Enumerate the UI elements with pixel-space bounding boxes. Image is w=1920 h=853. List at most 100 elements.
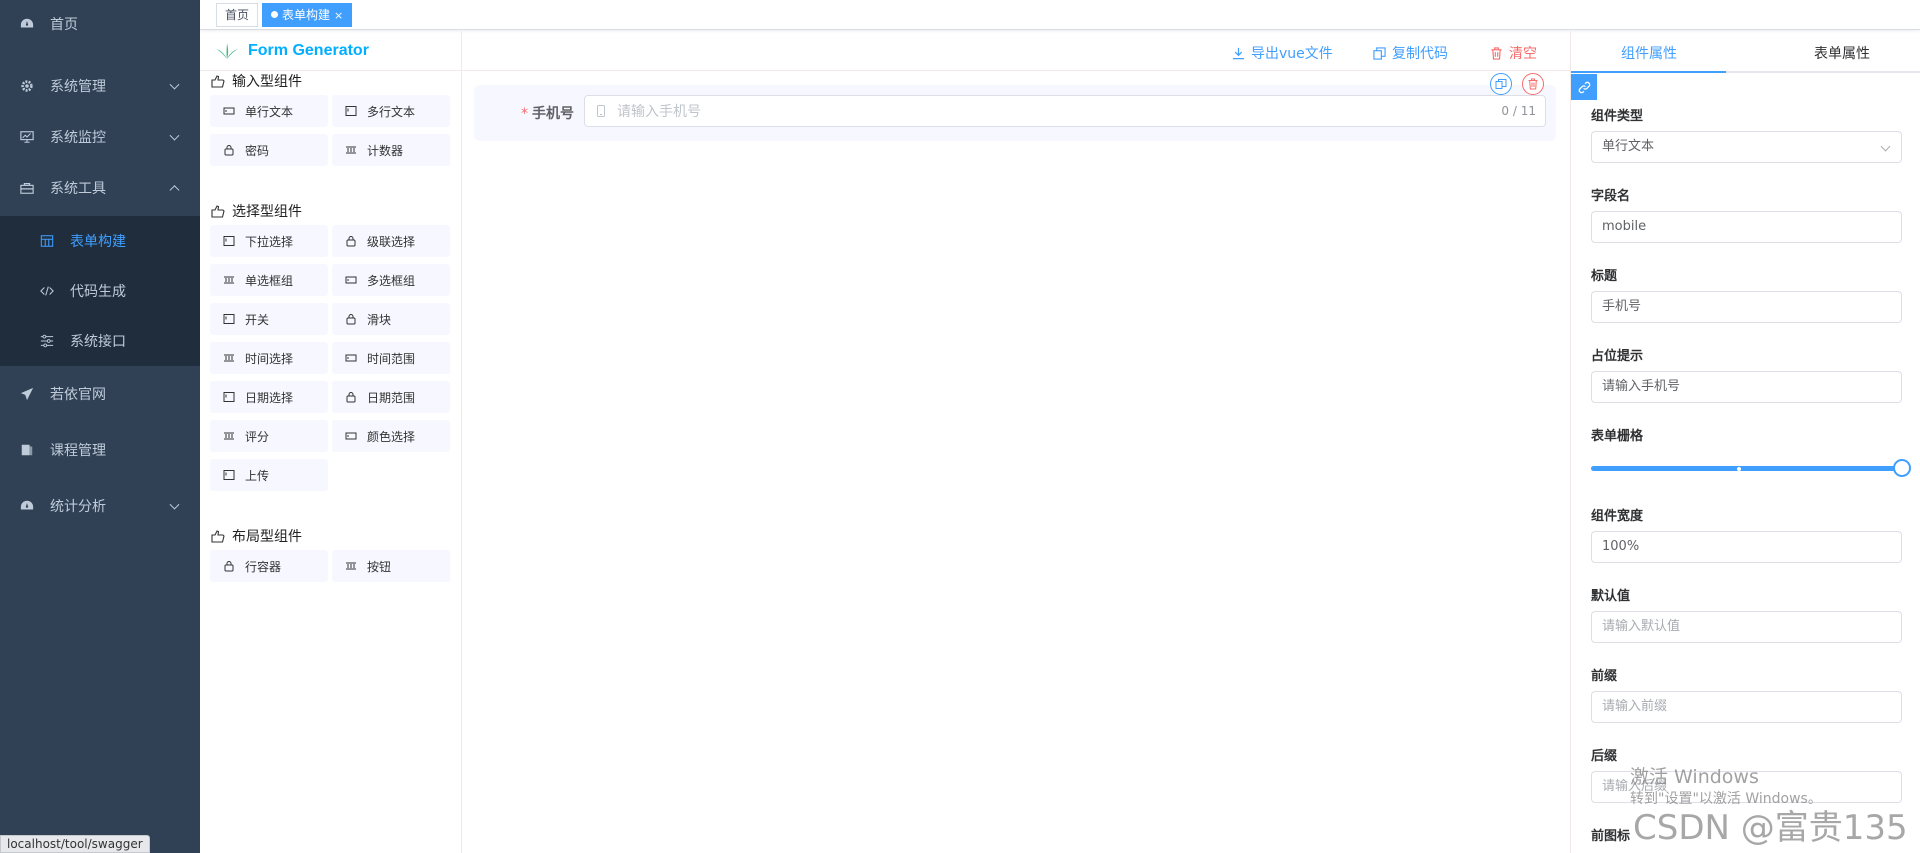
sidebar-item-code-gen[interactable]: 代码生成: [0, 266, 200, 316]
component-item-label: 按钮: [367, 559, 392, 574]
placeholder-input[interactable]: 请输入手机号: [1591, 371, 1902, 403]
sidebar-item-guide[interactable]: 若依官网: [0, 366, 200, 422]
component-item[interactable]: 多选框组: [332, 264, 450, 296]
tag-label: 首页: [225, 8, 250, 22]
component-item[interactable]: 滑块: [332, 303, 450, 335]
component-icon: [223, 314, 235, 324]
sidebar-item-tools[interactable]: 系统工具: [0, 160, 200, 216]
component-icon: [345, 354, 357, 362]
tag-form-build[interactable]: 表单构建 ×: [262, 3, 353, 27]
build-icon: [40, 234, 54, 248]
sidebar-item-form-build[interactable]: 表单构建: [0, 216, 200, 266]
component-item[interactable]: 上传: [210, 459, 328, 491]
slider-handle[interactable]: [1893, 459, 1911, 477]
export-vue-button[interactable]: 导出vue文件: [1232, 43, 1333, 63]
component-item[interactable]: 下拉选择: [210, 225, 328, 257]
component-item[interactable]: 时间范围: [332, 342, 450, 374]
properties-panel: 组件属性 表单属性 组件类型 单行文本 字段名 mobile 标题 手机号 占位…: [1570, 31, 1920, 853]
copy-icon: [1373, 46, 1386, 60]
required-mark: *: [521, 106, 528, 122]
component-group-title: 选择型组件: [210, 201, 302, 221]
slider-fill: [1591, 466, 1902, 471]
component-icon: [224, 432, 234, 440]
form-item-mobile[interactable]: * 手机号 请输入手机号 0 / 11: [474, 73, 1556, 141]
component-item[interactable]: 评分: [210, 420, 328, 452]
component-item-label: 密码: [245, 143, 270, 158]
sidebar-item-swagger[interactable]: 系统接口: [0, 316, 200, 366]
span-slider[interactable]: [1591, 459, 1911, 477]
sidebar-item-home[interactable]: 首页: [0, 0, 200, 48]
component-item[interactable]: 单行文本: [210, 95, 328, 127]
component-type-select[interactable]: 单行文本: [1591, 131, 1902, 163]
chevron-down-icon: [169, 499, 180, 510]
prefix-input[interactable]: 请输入前缀: [1591, 691, 1902, 723]
component-item-label: 时间范围: [367, 351, 416, 366]
copy-icon: [1495, 79, 1507, 89]
component-item[interactable]: 颜色选择: [332, 420, 450, 452]
component-group-label: 输入型组件: [232, 74, 302, 90]
submenu-tools: 表单构建 代码生成 系统接口: [0, 216, 200, 366]
component-item[interactable]: 多行文本: [332, 95, 450, 127]
sidebar-item-label: 课程管理: [50, 443, 106, 459]
action-bar: 导出vue文件 复制代码 清空: [462, 31, 1570, 71]
mobile-input[interactable]: 请输入手机号 0 / 11: [584, 95, 1546, 127]
course-icon: [20, 443, 34, 457]
component-item[interactable]: 日期选择: [210, 381, 328, 413]
sidebar-item-label: 系统工具: [50, 181, 106, 197]
tab-component-props[interactable]: 组件属性: [1621, 43, 1677, 63]
sidebar-item-monitor[interactable]: 系统监控: [0, 114, 200, 160]
component-item[interactable]: 计数器: [332, 134, 450, 166]
sidebar-item-analysis[interactable]: 统计分析: [0, 478, 200, 534]
copy-item-button[interactable]: [1490, 73, 1512, 95]
component-item-label: 级联选择: [367, 234, 416, 249]
component-item[interactable]: 按钮: [332, 550, 450, 582]
label-text: 手机号: [532, 106, 574, 122]
component-item-label: 日期选择: [245, 390, 294, 405]
component-item-label: 计数器: [367, 143, 404, 158]
sidebar-item-label: 系统管理: [50, 79, 106, 95]
default-value-input[interactable]: 请输入默认值: [1591, 611, 1902, 643]
dashboard-icon: [20, 17, 34, 31]
copy-code-button[interactable]: 复制代码: [1373, 43, 1448, 63]
component-item[interactable]: 密码: [210, 134, 328, 166]
monitor-icon: [20, 130, 34, 144]
field-name-input[interactable]: mobile: [1591, 211, 1902, 243]
component-item[interactable]: 级联选择: [332, 225, 450, 257]
sidebar-item-system[interactable]: 系统管理: [0, 58, 200, 114]
status-url: localhost/tool/swagger: [0, 835, 150, 853]
document-link-button[interactable]: [1571, 74, 1597, 100]
tab-form-props[interactable]: 表单属性: [1814, 43, 1870, 63]
field-label-default: 默认值: [1591, 589, 1631, 604]
guide-icon: [20, 387, 34, 401]
code-icon: [40, 284, 54, 298]
component-group-icon: [211, 530, 225, 543]
field-label-placeholder: 占位提示: [1591, 349, 1644, 364]
component-item[interactable]: 单选框组: [210, 264, 328, 296]
component-item[interactable]: 时间选择: [210, 342, 328, 374]
component-group-title: 输入型组件: [210, 71, 302, 91]
char-counter: 0 / 11: [1501, 104, 1536, 118]
close-icon[interactable]: ×: [334, 9, 343, 22]
clear-button[interactable]: 清空: [1490, 43, 1537, 63]
component-group-icon: [211, 75, 225, 88]
csdn-watermark: CSDN @富贵135: [1633, 808, 1908, 848]
component-item[interactable]: 行容器: [210, 550, 328, 582]
component-icon: [346, 392, 356, 403]
field-label-prefix: 前缀: [1591, 669, 1618, 684]
width-input[interactable]: 100%: [1591, 531, 1902, 563]
component-icon: [345, 106, 357, 116]
component-item[interactable]: 开关: [210, 303, 328, 335]
form-item-label: * 手机号: [474, 103, 574, 123]
trash-icon: [1491, 46, 1502, 60]
sidebar-item-course[interactable]: 课程管理: [0, 422, 200, 478]
component-icon: [345, 276, 357, 284]
component-item-label: 滑块: [367, 312, 392, 327]
title-input[interactable]: 手机号: [1591, 291, 1902, 323]
component-icon: [345, 432, 357, 440]
tag-label: 表单构建: [282, 8, 331, 22]
component-item-label: 下拉选择: [245, 234, 294, 249]
tag-home[interactable]: 首页: [216, 3, 259, 27]
delete-item-button[interactable]: [1522, 73, 1544, 95]
component-item[interactable]: 日期范围: [332, 381, 450, 413]
field-label-suffix: 后缀: [1591, 749, 1618, 764]
